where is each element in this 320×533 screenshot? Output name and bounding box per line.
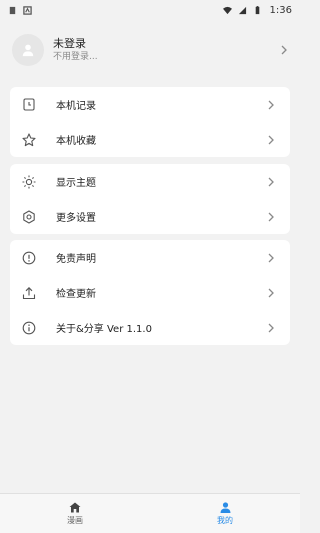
avatar — [12, 34, 44, 66]
user-silhouette-icon — [22, 44, 34, 57]
bottom-nav: 漫画 我的 — [0, 493, 300, 533]
menu-item-label: 检查更新 — [56, 289, 96, 300]
star-icon — [22, 132, 36, 147]
sd-card-icon — [9, 6, 16, 14]
menu-item-local-favorites[interactable]: 本机收藏 — [10, 122, 290, 157]
menu-item-check-update[interactable]: 检查更新 — [10, 275, 290, 310]
battery-icon — [255, 5, 259, 14]
chevron-right-icon — [268, 253, 274, 262]
profile-row[interactable]: 未登录 不用登录... — [0, 22, 300, 78]
menu-item-label: 显示主题 — [56, 178, 96, 189]
info-circle-icon — [22, 321, 36, 335]
person-icon — [220, 501, 230, 513]
settings-hex-icon — [22, 209, 36, 224]
signal-icon — [238, 6, 246, 14]
chevron-right-icon — [268, 135, 274, 144]
menu-card-display: 显示主题 更多设置 — [10, 164, 290, 234]
profile-subtitle: 不用登录... — [53, 52, 98, 62]
profile-name: 未登录 — [53, 37, 86, 50]
status-notifications — [8, 5, 32, 15]
tab-comics[interactable]: 漫画 — [0, 494, 150, 533]
upload-icon — [22, 286, 36, 300]
menu-item-label: 免责声明 — [56, 254, 96, 265]
menu-card-about: 免责声明 检查更新 关于&分享 Ver 1.1.0 — [10, 240, 290, 345]
menu-item-label: 关于&分享 Ver 1.1.0 — [56, 324, 152, 335]
menu-card-records: 本机记录 本机收藏 — [10, 87, 290, 157]
alert-circle-icon — [22, 251, 36, 265]
menu-item-theme[interactable]: 显示主题 — [10, 164, 290, 199]
history-doc-icon — [22, 98, 36, 112]
menu-item-about-share[interactable]: 关于&分享 Ver 1.1.0 — [10, 310, 290, 345]
chevron-right-icon — [268, 323, 274, 332]
tab-mine[interactable]: 我的 — [150, 494, 300, 533]
chevron-right-icon — [268, 288, 274, 297]
status-bar: 1:36 — [0, 0, 300, 20]
menu-item-label: 本机收藏 — [56, 136, 96, 147]
tab-label: 漫画 — [67, 515, 83, 525]
status-system: 1:36 — [222, 4, 292, 16]
tab-label: 我的 — [217, 515, 233, 525]
status-time: 1:36 — [269, 4, 292, 16]
home-icon — [69, 502, 81, 512]
wifi-icon — [222, 6, 232, 14]
menu-item-label: 本机记录 — [56, 101, 96, 112]
menu-item-label: 更多设置 — [56, 213, 96, 224]
menu-item-more-settings[interactable]: 更多设置 — [10, 199, 290, 234]
chevron-right-icon — [268, 177, 274, 186]
menu-item-disclaimer[interactable]: 免责声明 — [10, 240, 290, 275]
notification-box-icon — [23, 5, 32, 15]
chevron-right-icon — [281, 45, 287, 55]
menu-item-local-history[interactable]: 本机记录 — [10, 87, 290, 122]
chevron-right-icon — [268, 100, 274, 109]
chevron-right-icon — [268, 212, 274, 221]
sun-icon — [22, 175, 36, 189]
